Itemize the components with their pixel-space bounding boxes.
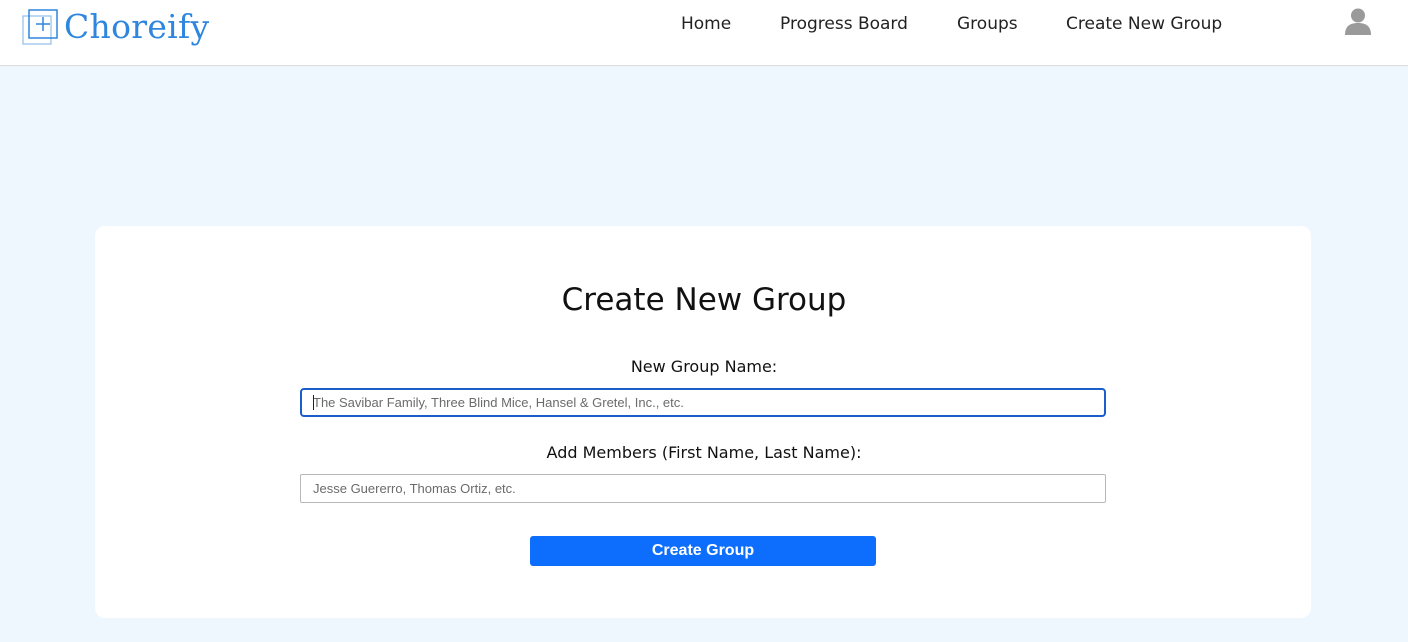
nav-link-progress-board[interactable]: Progress Board — [780, 14, 908, 34]
group-name-label: New Group Name: — [630, 357, 778, 376]
members-label: Add Members (First Name, Last Name): — [546, 443, 862, 462]
nav-link-home[interactable]: Home — [681, 14, 731, 34]
navbar: Choreify Home Progress Board Groups Crea… — [0, 0, 1408, 66]
create-group-button[interactable]: Create Group — [530, 536, 876, 566]
nav-link-groups[interactable]: Groups — [957, 14, 1018, 34]
nav-links: Home Progress Board Groups Create New Gr… — [0, 0, 1408, 52]
group-name-input[interactable] — [300, 388, 1106, 417]
nav-link-create-new-group[interactable]: Create New Group — [1066, 14, 1222, 34]
page-title: Create New Group — [561, 282, 847, 318]
members-input[interactable] — [300, 474, 1106, 503]
user-icon[interactable] — [1344, 7, 1372, 35]
text-caret — [313, 395, 314, 410]
